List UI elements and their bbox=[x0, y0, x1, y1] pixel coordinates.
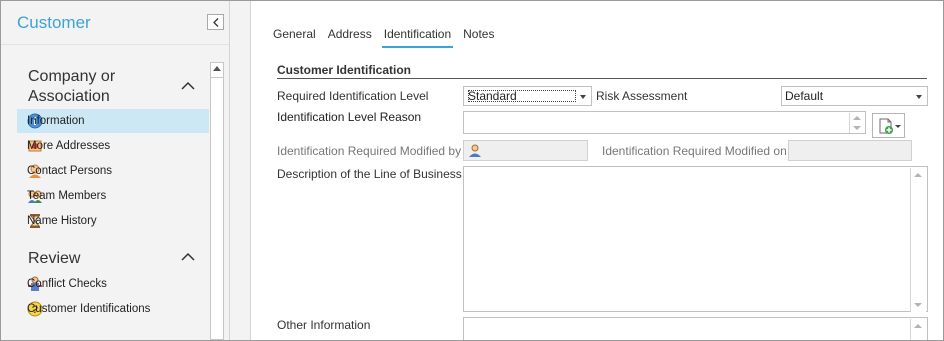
sidebar-item-more-addresses[interactable]: More Addresses bbox=[17, 134, 209, 158]
other-info-scrollbar[interactable] bbox=[910, 319, 926, 340]
sidebar-item-label: Team Members bbox=[27, 190, 107, 202]
sidebar-item-contact-persons[interactable]: Contact Persons bbox=[17, 159, 209, 183]
tab-general[interactable]: General bbox=[273, 27, 316, 47]
sidebar-scrollbar[interactable] bbox=[210, 62, 224, 340]
reason-input[interactable] bbox=[463, 111, 866, 134]
modified-by-label: Identification Required Modified by bbox=[277, 144, 462, 158]
sidebar-item-name-history[interactable]: Name History bbox=[17, 209, 209, 233]
sidebar-item-label: Conflict Checks bbox=[27, 278, 107, 290]
collapse-sidebar-button[interactable] bbox=[207, 14, 224, 30]
sidebar-item-label: More Addresses bbox=[27, 140, 111, 152]
tab-notes[interactable]: Notes bbox=[463, 27, 494, 47]
risk-assessment-dropdown[interactable]: Default bbox=[781, 86, 928, 106]
sidebar-item-label: Information bbox=[27, 115, 85, 127]
sidebar-item-label: Customer Identifications bbox=[27, 303, 151, 315]
required-level-dropdown[interactable]: Standard bbox=[463, 86, 592, 106]
sidebar: Customer Company or Association Informat… bbox=[1, 1, 230, 340]
reason-label: Identification Level Reason bbox=[277, 110, 422, 124]
modified-on-label: Identification Required Modified on bbox=[602, 144, 787, 158]
scroll-down-icon[interactable] bbox=[914, 303, 922, 307]
risk-assessment-label: Risk Assessment bbox=[596, 89, 688, 103]
tab-strip: General Address Identification Notes bbox=[273, 27, 506, 48]
sidebar-item-team-members[interactable]: Team Members bbox=[17, 184, 209, 208]
required-level-label: Required Identification Level bbox=[277, 89, 429, 103]
insert-template-button[interactable] bbox=[872, 113, 905, 138]
scroll-up-icon[interactable] bbox=[914, 324, 922, 328]
scroll-up-icon[interactable] bbox=[213, 66, 221, 71]
document-add-icon bbox=[879, 118, 901, 134]
modified-on-field bbox=[788, 140, 912, 161]
scroll-up-icon[interactable] bbox=[914, 173, 922, 177]
modified-by-field bbox=[463, 140, 588, 161]
section-title: Customer Identification bbox=[277, 63, 412, 77]
collapse-section-icon[interactable] bbox=[181, 252, 195, 262]
chevron-left-icon bbox=[213, 18, 219, 27]
reason-spinner[interactable] bbox=[849, 113, 864, 133]
other-info-label: Other Information bbox=[277, 318, 371, 332]
sidebar-divider bbox=[1, 44, 229, 45]
user-icon bbox=[468, 143, 482, 160]
scrollbar-track[interactable] bbox=[211, 77, 223, 340]
sidebar-title: Customer bbox=[17, 13, 91, 32]
sidebar-item-label: Name History bbox=[27, 215, 97, 227]
sidebar-item-conflict-checks[interactable]: Conflict Checks bbox=[17, 272, 209, 296]
other-info-memo[interactable] bbox=[463, 317, 928, 340]
tab-identification[interactable]: Identification bbox=[381, 27, 454, 48]
description-scrollbar[interactable] bbox=[910, 168, 926, 312]
chevron-down-icon[interactable] bbox=[911, 87, 927, 105]
description-memo[interactable] bbox=[463, 166, 928, 312]
sidebar-item-label: Contact Persons bbox=[27, 165, 113, 177]
required-level-value: Standard bbox=[466, 88, 578, 104]
sidebar-item-customer-identifications[interactable]: ? Customer Identifications bbox=[17, 297, 209, 321]
splitter[interactable] bbox=[230, 1, 251, 340]
sidebar-item-information[interactable]: Information bbox=[17, 109, 209, 133]
chevron-down-icon[interactable] bbox=[575, 87, 591, 105]
main-panel: General Address Identification Notes Cus… bbox=[251, 1, 943, 340]
scroll-down-icon[interactable] bbox=[853, 126, 861, 130]
scroll-up-icon[interactable] bbox=[853, 116, 861, 120]
description-label: Description of the Line of Business bbox=[277, 167, 462, 181]
customer-window: Customer Company or Association Informat… bbox=[0, 0, 944, 341]
collapse-section-icon[interactable] bbox=[181, 81, 195, 91]
section-header-review[interactable]: Review bbox=[28, 249, 80, 269]
section-header-company[interactable]: Company or Association bbox=[28, 67, 148, 107]
tab-address[interactable]: Address bbox=[328, 27, 372, 47]
section-divider bbox=[277, 78, 927, 79]
risk-assessment-value: Default bbox=[785, 89, 824, 103]
